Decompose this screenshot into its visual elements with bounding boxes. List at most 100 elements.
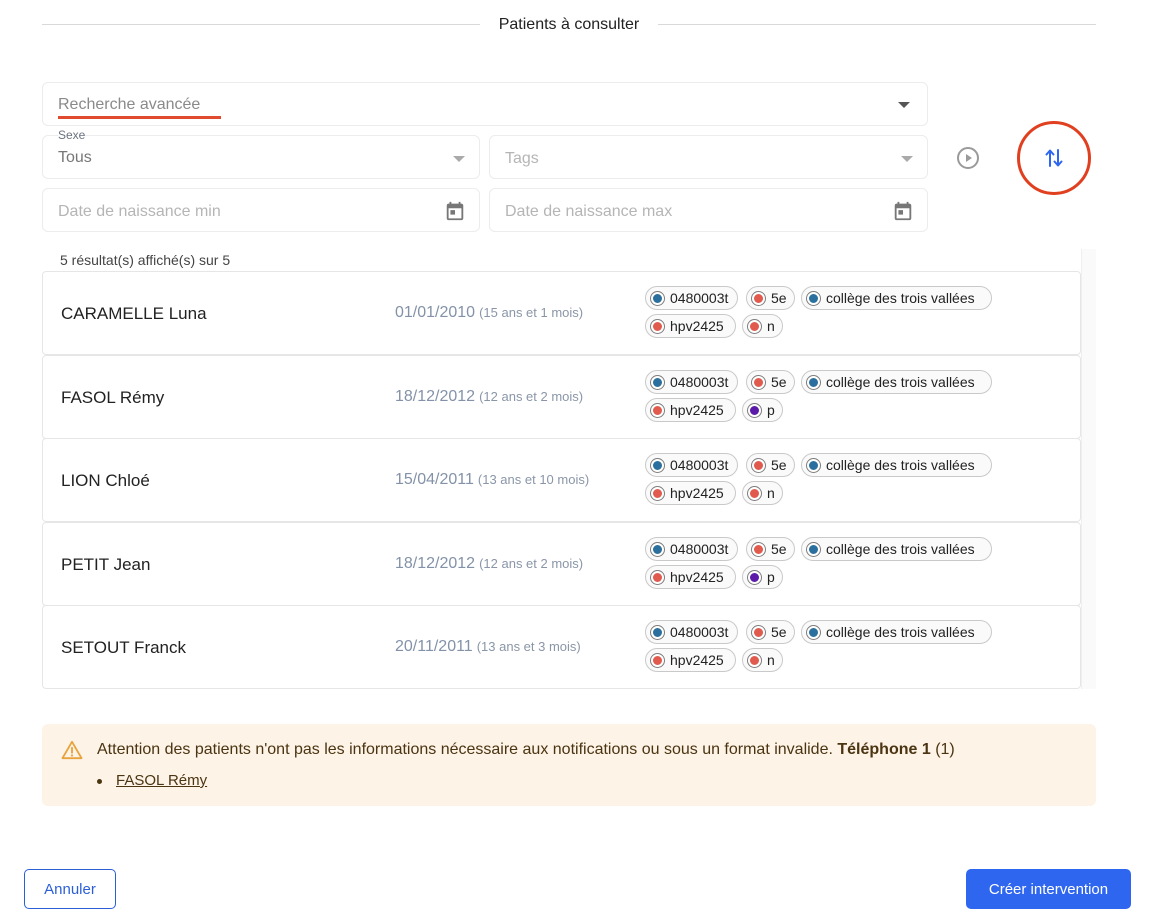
advanced-search-select[interactable]: Recherche avancée: [42, 82, 928, 126]
patient-age: (13 ans et 3 mois): [476, 639, 581, 654]
results-scrollbar[interactable]: [1081, 249, 1096, 689]
tag-label: n: [767, 652, 775, 668]
tag-color-dot-icon: [651, 403, 664, 417]
birth-date-value: 18/12/2012: [395, 555, 476, 572]
patient-birth-date: 18/12/2012 (12 ans et 2 mois): [395, 555, 583, 573]
tag-label: 5e: [771, 624, 787, 640]
tag-chip: n: [742, 314, 783, 338]
patient-name: CARAMELLE Luna: [61, 304, 207, 323]
tag-chip: 5e: [746, 620, 795, 644]
tag-label: 5e: [771, 374, 787, 390]
tag-color-dot-icon: [651, 458, 664, 472]
tag-color-dot-icon: [807, 625, 820, 639]
tag-label: p: [767, 402, 775, 418]
birth-date-min-field[interactable]: Date de naissance min: [42, 188, 480, 232]
tags-select[interactable]: Tags: [489, 135, 928, 179]
tag-label: n: [767, 318, 775, 334]
tag-color-dot-icon: [651, 291, 664, 305]
patient-birth-date: 01/01/2010 (15 ans et 1 mois): [395, 304, 583, 322]
tag-color-dot-icon: [748, 570, 761, 584]
sex-select[interactable]: Tous: [42, 135, 480, 179]
tag-chip: n: [742, 481, 783, 505]
tag-chip: 5e: [746, 286, 795, 310]
tag-label: collège des trois vallées: [826, 374, 975, 390]
tag-label: collège des trois vallées: [826, 541, 975, 557]
page-title: Patients à consulter: [498, 16, 640, 33]
tag-label: hpv2425: [670, 569, 724, 585]
bullet: [97, 778, 102, 784]
tag-color-dot-icon: [752, 458, 765, 472]
tag-chip: collège des trois vallées: [801, 453, 992, 477]
tag-label: p: [767, 569, 775, 585]
tag-chip: 5e: [746, 370, 795, 394]
chevron-down-icon[interactable]: [901, 156, 913, 162]
chevron-down-icon[interactable]: [898, 102, 910, 108]
play-circle-icon[interactable]: [956, 146, 980, 170]
alert-count: (1): [935, 741, 955, 758]
tag-color-dot-icon: [807, 458, 820, 472]
tag-color-dot-icon: [807, 375, 820, 389]
patient-age: (13 ans et 10 mois): [477, 472, 590, 487]
patient-row[interactable]: FASOL Rémy 18/12/2012 (12 ans et 2 mois) 04…: [42, 355, 1081, 439]
search-underline-highlight: [58, 116, 221, 119]
patient-row[interactable]: SETOUT Franck 20/11/2011 (13 ans et 3 mois…: [42, 605, 1081, 689]
tag-label: hpv2425: [670, 652, 724, 668]
tag-chip: 5e: [746, 453, 795, 477]
tag-color-dot-icon: [651, 486, 664, 500]
warning-alert: Attention des patients n'ont pas les inf…: [42, 724, 1096, 806]
patient-name: FASOL Rémy: [61, 388, 165, 407]
calendar-icon[interactable]: [892, 200, 914, 222]
patient-row[interactable]: LION Chloé 15/04/2011 (13 ans et 10 mois) 0…: [42, 438, 1081, 522]
birth-date-value: 15/04/2011: [395, 471, 474, 488]
tag-chip: collège des trois vallées: [801, 370, 992, 394]
tag-color-dot-icon: [651, 542, 664, 556]
tag-color-dot-icon: [748, 653, 761, 667]
tag-color-dot-icon: [807, 291, 820, 305]
tag-chip: hpv2425: [645, 565, 736, 589]
tag-chip: 0480003t: [645, 370, 738, 394]
patient-age: (12 ans et 2 mois): [479, 389, 584, 404]
tag-label: 5e: [771, 541, 787, 557]
tag-label: collège des trois vallées: [826, 624, 975, 640]
tag-label: n: [767, 485, 775, 501]
sort-button[interactable]: [1017, 121, 1091, 195]
tag-color-dot-icon: [651, 653, 664, 667]
tag-label: hpv2425: [670, 485, 724, 501]
tag-chip: 0480003t: [645, 620, 738, 644]
tag-color-dot-icon: [748, 486, 761, 500]
cancel-button[interactable]: Annuler: [24, 869, 116, 909]
tags-placeholder: Tags: [505, 150, 539, 167]
advanced-search-placeholder: Recherche avancée: [58, 96, 201, 113]
warning-icon: [61, 740, 83, 760]
alert-patient-link[interactable]: FASOL Rémy: [116, 772, 207, 789]
tag-chip: p: [742, 565, 783, 589]
birth-date-value: 20/11/2011: [395, 638, 473, 655]
header-divider-right: [658, 24, 1096, 25]
tag-color-dot-icon: [651, 625, 664, 639]
patient-name: SETOUT Franck: [61, 638, 187, 657]
tag-color-dot-icon: [748, 403, 761, 417]
results-count: 5 résultat(s) affiché(s) sur 5: [60, 252, 231, 268]
patient-name: LION Chloé: [61, 471, 150, 490]
tag-color-dot-icon: [651, 375, 664, 389]
patient-row[interactable]: CARAMELLE Luna 01/01/2010 (15 ans et 1 moi…: [42, 271, 1081, 355]
calendar-icon[interactable]: [444, 200, 466, 222]
patient-row[interactable]: PETIT Jean 18/12/2012 (12 ans et 2 mois) 04…: [42, 522, 1081, 606]
birth-date-max-placeholder: Date de naissance max: [505, 203, 673, 220]
tag-label: 0480003t: [670, 624, 729, 640]
tag-chip: 5e: [746, 537, 795, 561]
birth-date-max-field[interactable]: Date de naissance max: [489, 188, 928, 232]
chevron-down-icon[interactable]: [453, 156, 465, 162]
alert-message: Attention des patients n'ont pas les inf…: [97, 741, 955, 759]
patient-age: (15 ans et 1 mois): [479, 305, 584, 320]
tag-label: hpv2425: [670, 318, 724, 334]
patient-birth-date: 18/12/2012 (12 ans et 2 mois): [395, 388, 583, 406]
alert-patient-list: FASOL Rémy: [97, 772, 207, 789]
patient-name: PETIT Jean: [61, 555, 151, 574]
tag-color-dot-icon: [752, 625, 765, 639]
sex-label: Sexe: [58, 128, 86, 142]
tag-color-dot-icon: [748, 319, 761, 333]
patient-birth-date: 15/04/2011 (13 ans et 10 mois): [395, 471, 589, 489]
tag-chip: hpv2425: [645, 314, 736, 338]
create-intervention-button[interactable]: Créer intervention: [966, 869, 1131, 909]
